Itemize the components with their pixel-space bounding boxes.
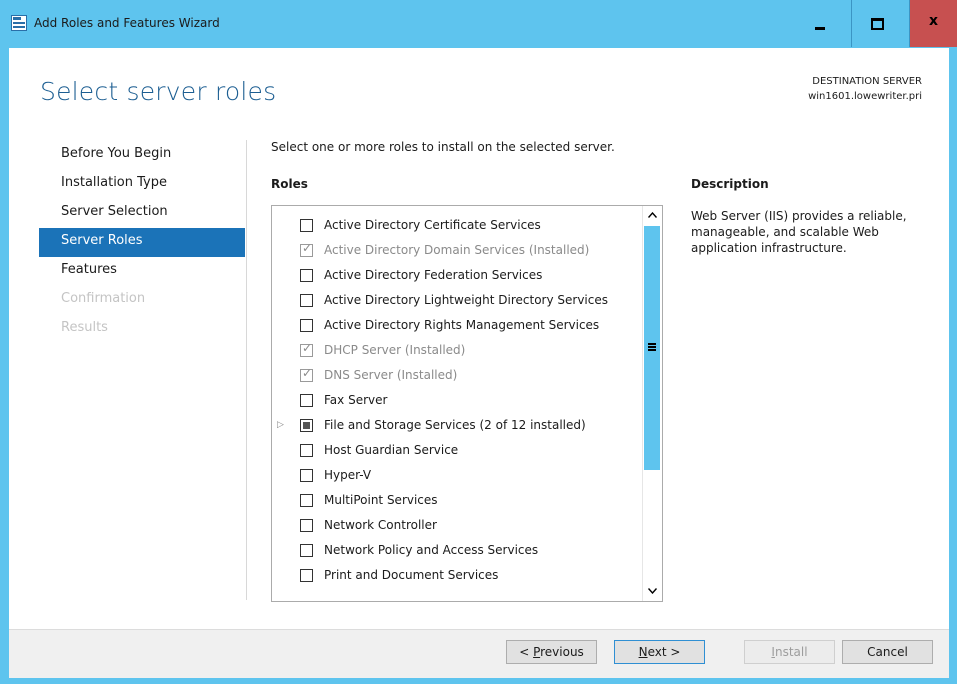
- role-checkbox[interactable]: [300, 219, 313, 232]
- role-checkbox[interactable]: [300, 519, 313, 532]
- role-label: Hyper-V: [324, 468, 372, 482]
- role-checkbox[interactable]: [300, 419, 313, 432]
- role-row[interactable]: Hyper-V: [272, 464, 642, 489]
- role-label: Fax Server: [324, 393, 388, 407]
- server-manager-icon: [11, 15, 27, 31]
- wizard-footer: < Previous Next > Install Cancel: [9, 629, 949, 678]
- expand-arrow-icon[interactable]: ▷: [277, 420, 284, 430]
- nav-divider: [246, 140, 247, 600]
- role-row[interactable]: Active Directory Federation Services: [272, 264, 642, 289]
- role-label: DHCP Server (Installed): [324, 343, 466, 357]
- role-row[interactable]: Active Directory Lightweight Directory S…: [272, 289, 642, 314]
- role-row[interactable]: Active Directory Certificate Services: [272, 214, 642, 239]
- role-row[interactable]: Network Policy and Access Services: [272, 539, 642, 564]
- grip-icon: [648, 343, 656, 352]
- roles-heading: Roles: [271, 177, 308, 191]
- role-label: Print and Document Services: [324, 568, 499, 582]
- minimize-button[interactable]: [794, 0, 844, 47]
- role-label: Host Guardian Service: [324, 443, 459, 457]
- close-button[interactable]: x: [910, 0, 957, 47]
- role-label: Active Directory Rights Management Servi…: [324, 318, 600, 332]
- role-checkbox[interactable]: [300, 319, 313, 332]
- role-row[interactable]: Print and Document Services: [272, 564, 642, 589]
- role-label: DNS Server (Installed): [324, 368, 458, 382]
- wizard-steps-nav: Before You Begin Installation Type Server …: [39, 141, 245, 344]
- role-checkbox[interactable]: [300, 444, 313, 457]
- role-label: Active Directory Lightweight Directory S…: [324, 293, 608, 307]
- role-row[interactable]: Host Guardian Service: [272, 439, 642, 464]
- chevron-up-icon: [647, 211, 658, 218]
- scroll-thumb[interactable]: [644, 226, 660, 470]
- nav-item-installation-type[interactable]: Installation Type: [39, 170, 245, 199]
- role-row[interactable]: DNS Server (Installed): [272, 364, 642, 389]
- wizard-content: Select server roles DESTINATION SERVER w…: [9, 48, 949, 678]
- cancel-button[interactable]: Cancel: [842, 640, 933, 664]
- role-label: File and Storage Services (2 of 12 insta…: [324, 418, 586, 432]
- role-row[interactable]: DHCP Server (Installed): [272, 339, 642, 364]
- install-button[interactable]: Install: [744, 640, 835, 664]
- roles-list[interactable]: Active Directory Certificate Services Act…: [271, 205, 663, 602]
- instruction-text: Select one or more roles to install on t…: [271, 140, 615, 154]
- role-label: MultiPoint Services: [324, 493, 438, 507]
- previous-button[interactable]: < Previous: [506, 640, 597, 664]
- role-label: Active Directory Federation Services: [324, 268, 543, 282]
- role-row[interactable]: MultiPoint Services: [272, 489, 642, 514]
- nav-item-before-you-begin[interactable]: Before You Begin: [39, 141, 245, 170]
- role-checkbox[interactable]: [300, 569, 313, 582]
- nav-item-confirmation: Confirmation: [61, 291, 146, 306]
- role-checkbox[interactable]: [300, 269, 313, 282]
- nav-item-server-selection[interactable]: Server Selection: [39, 199, 245, 228]
- destination-server-label: DESTINATION SERVER: [812, 76, 922, 87]
- role-checkbox: [300, 241, 313, 257]
- nav-item-features[interactable]: Features: [39, 257, 245, 286]
- role-checkbox[interactable]: [300, 544, 313, 557]
- next-label: ext >: [647, 645, 681, 659]
- title-bar[interactable]: Add Roles and Features Wizard x: [0, 0, 957, 48]
- role-label: Network Controller: [324, 518, 437, 532]
- role-row[interactable]: Active Directory Domain Services (Instal…: [272, 239, 642, 264]
- role-row[interactable]: Network Controller: [272, 514, 642, 539]
- nav-item-server-roles[interactable]: Server Roles: [39, 228, 245, 257]
- minimize-icon: [815, 27, 825, 30]
- role-label: Network Policy and Access Services: [324, 543, 539, 557]
- maximize-button[interactable]: [852, 0, 902, 47]
- window-title: Add Roles and Features Wizard: [34, 16, 220, 30]
- role-checkbox: [300, 341, 313, 357]
- nav-item-results: Results: [61, 320, 108, 335]
- role-row[interactable]: ▷ File and Storage Services (2 of 12 inst…: [272, 414, 642, 439]
- maximize-icon: [871, 18, 884, 30]
- role-checkbox: [300, 366, 313, 382]
- wizard-window: Add Roles and Features Wizard x Select s…: [0, 0, 957, 684]
- scroll-down-button[interactable]: [643, 582, 662, 601]
- page-title: Select server roles: [40, 77, 277, 106]
- install-label: nstall: [774, 645, 808, 659]
- role-label: Active Directory Domain Services (Instal…: [324, 243, 590, 257]
- destination-server-name: win1601.lowewriter.pri: [808, 91, 922, 102]
- description-text: Web Server (IIS) provides a reliable, ma…: [691, 209, 907, 255]
- role-row[interactable]: Active Directory Rights Management Servi…: [272, 314, 642, 339]
- roles-scrollbar[interactable]: [642, 206, 662, 601]
- next-button[interactable]: Next >: [614, 640, 705, 664]
- role-checkbox[interactable]: [300, 394, 313, 407]
- role-row[interactable]: Fax Server: [272, 389, 642, 414]
- previous-label: revious: [540, 645, 584, 659]
- role-label: Active Directory Certificate Services: [324, 218, 541, 232]
- role-checkbox[interactable]: [300, 494, 313, 507]
- next-accelerator: N: [638, 645, 648, 659]
- description-heading: Description: [691, 177, 769, 191]
- chevron-down-icon: [647, 588, 658, 595]
- role-checkbox[interactable]: [300, 469, 313, 482]
- role-checkbox[interactable]: [300, 294, 313, 307]
- close-icon: x: [928, 13, 939, 29]
- scroll-up-button[interactable]: [643, 206, 662, 225]
- previous-prefix: <: [519, 645, 534, 659]
